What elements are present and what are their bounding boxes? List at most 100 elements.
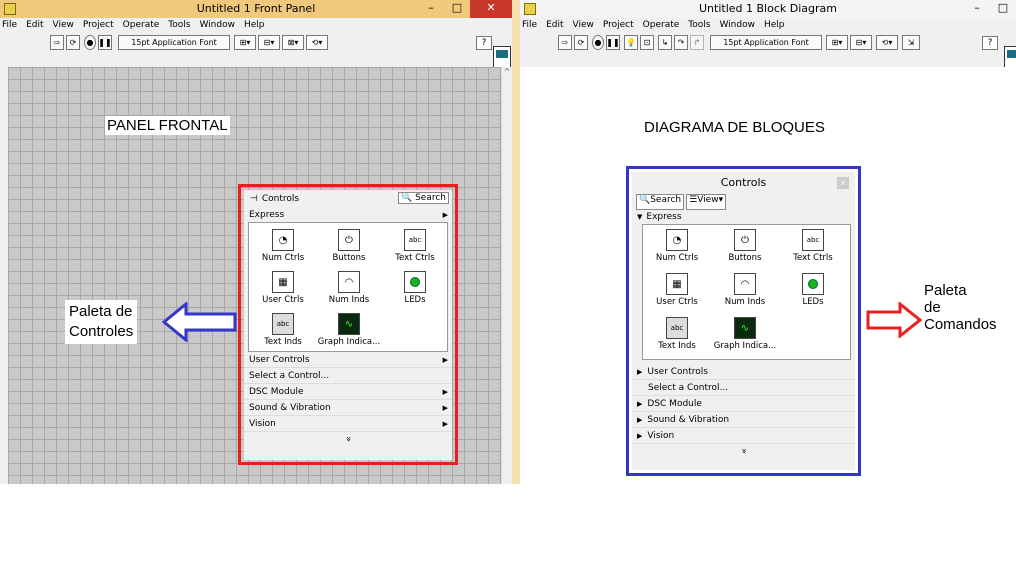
distribute-objects-icon[interactable]: ⊟▾ bbox=[850, 35, 872, 50]
menu-project[interactable]: Project bbox=[83, 20, 114, 30]
menu-file[interactable]: File bbox=[522, 20, 537, 30]
context-help-icon[interactable]: ? bbox=[982, 36, 998, 50]
context-help-icon[interactable]: ? bbox=[476, 36, 492, 50]
text-ctrls-item[interactable]: abc Text Ctrls bbox=[781, 229, 845, 263]
user-ctrls-label: User Ctrls bbox=[262, 295, 304, 305]
search-button[interactable]: 🔍 Search bbox=[397, 192, 449, 204]
search-icon: 🔍 bbox=[639, 195, 651, 205]
menu-view[interactable]: View bbox=[53, 20, 74, 30]
menu-edit[interactable]: Edit bbox=[26, 20, 43, 30]
express-label: Express bbox=[646, 212, 682, 222]
dsc-module-label: DSC Module bbox=[647, 398, 702, 409]
paleta-controles-line2: Controles bbox=[69, 323, 134, 340]
sound-vibration-label: Sound & Vibration bbox=[647, 414, 730, 425]
pause-icon[interactable]: ❚❚ bbox=[98, 35, 112, 50]
num-ctrls-item[interactable]: ◔ Num Ctrls bbox=[645, 229, 709, 263]
string-control-icon: abc bbox=[802, 229, 824, 251]
led-icon bbox=[404, 271, 426, 293]
num-ctrls-item[interactable]: ◔ Num Ctrls bbox=[251, 229, 315, 263]
expand-more-icon[interactable]: » bbox=[343, 335, 353, 543]
distribute-objects-icon[interactable]: ⊟▾ bbox=[258, 35, 280, 50]
pause-icon[interactable]: ❚❚ bbox=[606, 35, 620, 50]
scroll-up-icon[interactable]: ^ bbox=[502, 67, 512, 76]
buttons-label: Buttons bbox=[728, 253, 762, 263]
pin-icon[interactable]: ⊣ bbox=[250, 194, 258, 204]
step-over-icon[interactable]: ↷ bbox=[674, 35, 688, 50]
paleta-comandos-label: Paleta de Comandos bbox=[922, 282, 999, 333]
menu-tools[interactable]: Tools bbox=[688, 20, 710, 30]
menu-edit[interactable]: Edit bbox=[546, 20, 563, 30]
num-ctrls-label: Num Ctrls bbox=[261, 253, 305, 263]
diagrama-label: DIAGRAMA DE BLOQUES bbox=[642, 118, 827, 137]
num-inds-item[interactable]: ◠ Num Inds bbox=[713, 273, 777, 307]
block-diagram-title: Untitled 1 Block Diagram bbox=[699, 2, 837, 15]
paleta-controles-label: Paleta de Controles bbox=[65, 300, 138, 344]
block-diagram-titlebar[interactable]: Untitled 1 Block Diagram – □ bbox=[520, 0, 1016, 18]
text-ctrls-label: Text Ctrls bbox=[793, 253, 833, 263]
text-ctrls-item[interactable]: abc Text Ctrls bbox=[383, 229, 447, 263]
user-ctrls-item[interactable]: ▦ User Ctrls bbox=[251, 271, 315, 305]
step-into-icon[interactable]: ↳ bbox=[658, 35, 672, 50]
align-objects-icon[interactable]: ⊞▾ bbox=[826, 35, 848, 50]
maximize-button[interactable]: □ bbox=[990, 0, 1016, 18]
leds-item[interactable]: LEDs bbox=[781, 273, 845, 307]
font-selector[interactable]: 15pt Application Font bbox=[710, 35, 822, 50]
search-button[interactable]: 🔍Search bbox=[636, 194, 685, 210]
minimize-button[interactable]: – bbox=[964, 0, 990, 18]
run-arrow-icon[interactable]: ⇨ bbox=[50, 35, 64, 50]
vertical-scrollbar[interactable]: ^ bbox=[501, 67, 512, 484]
text-inds-item[interactable]: abc Text Inds bbox=[251, 313, 315, 347]
font-selector[interactable]: 15pt Application Font bbox=[118, 35, 230, 50]
abort-icon[interactable]: ● bbox=[84, 35, 96, 50]
search-icon: 🔍 bbox=[400, 193, 413, 203]
menu-help[interactable]: Help bbox=[244, 20, 265, 30]
menu-window[interactable]: Window bbox=[199, 20, 235, 30]
menu-view[interactable]: View bbox=[573, 20, 594, 30]
highlight-execution-icon[interactable]: 💡 bbox=[624, 35, 638, 50]
view-button[interactable]: ☰View▾ bbox=[686, 194, 727, 210]
vi-connector-icon[interactable] bbox=[1004, 46, 1016, 68]
menu-operate[interactable]: Operate bbox=[123, 20, 160, 30]
align-objects-icon[interactable]: ⊞▾ bbox=[234, 35, 256, 50]
express-category[interactable]: Express ▶ bbox=[244, 208, 452, 222]
step-out-icon[interactable]: ↱ bbox=[690, 35, 704, 50]
close-icon[interactable]: x bbox=[837, 177, 849, 189]
chevron-right-icon: ▶ bbox=[442, 387, 448, 396]
paleta-comandos-line1: Paleta bbox=[924, 282, 967, 299]
run-continuously-icon[interactable]: ⟳ bbox=[66, 35, 80, 50]
leds-item[interactable]: LEDs bbox=[383, 271, 447, 305]
menu-operate[interactable]: Operate bbox=[643, 20, 680, 30]
text-inds-item[interactable]: abc Text Inds bbox=[645, 317, 709, 351]
express-category[interactable]: ▼ Express bbox=[632, 210, 855, 224]
buttons-label: Buttons bbox=[332, 253, 366, 263]
chevron-right-icon: ▶ bbox=[442, 403, 448, 412]
maximize-button[interactable]: □ bbox=[444, 0, 470, 18]
close-button[interactable]: ✕ bbox=[470, 0, 512, 18]
user-controls-label: User Controls bbox=[249, 354, 310, 365]
buttons-item[interactable]: ⏻ Buttons bbox=[317, 229, 381, 263]
reorder-icon[interactable]: ⟲▾ bbox=[306, 35, 328, 50]
buttons-item[interactable]: ⏻ Buttons bbox=[713, 229, 777, 263]
abort-icon[interactable]: ● bbox=[592, 35, 604, 50]
menu-window[interactable]: Window bbox=[719, 20, 755, 30]
front-panel-titlebar[interactable]: Untitled 1 Front Panel – □ ✕ bbox=[0, 0, 512, 18]
retain-wire-values-icon[interactable]: ⊡ bbox=[640, 35, 654, 50]
reorder-icon[interactable]: ⟲▾ bbox=[876, 35, 898, 50]
labview-app-icon bbox=[524, 3, 536, 15]
minimize-button[interactable]: – bbox=[418, 0, 444, 18]
menu-tools[interactable]: Tools bbox=[168, 20, 190, 30]
cleanup-diagram-icon[interactable]: ⇲ bbox=[902, 35, 920, 50]
run-continuously-icon[interactable]: ⟳ bbox=[574, 35, 588, 50]
expand-more-icon[interactable]: » bbox=[739, 340, 749, 563]
menu-help[interactable]: Help bbox=[764, 20, 785, 30]
user-ctrls-item[interactable]: ▦ User Ctrls bbox=[645, 273, 709, 307]
menu-project[interactable]: Project bbox=[603, 20, 634, 30]
num-inds-item[interactable]: ◠ Num Inds bbox=[317, 271, 381, 305]
user-controls-icon: ▦ bbox=[272, 271, 294, 293]
user-ctrls-label: User Ctrls bbox=[656, 297, 698, 307]
vi-connector-icon[interactable] bbox=[493, 46, 511, 68]
menu-file[interactable]: File bbox=[2, 20, 17, 30]
run-arrow-icon[interactable]: ⇨ bbox=[558, 35, 572, 50]
resize-objects-icon[interactable]: ⊠▾ bbox=[282, 35, 304, 50]
list-view-icon: ☰ bbox=[689, 195, 698, 205]
